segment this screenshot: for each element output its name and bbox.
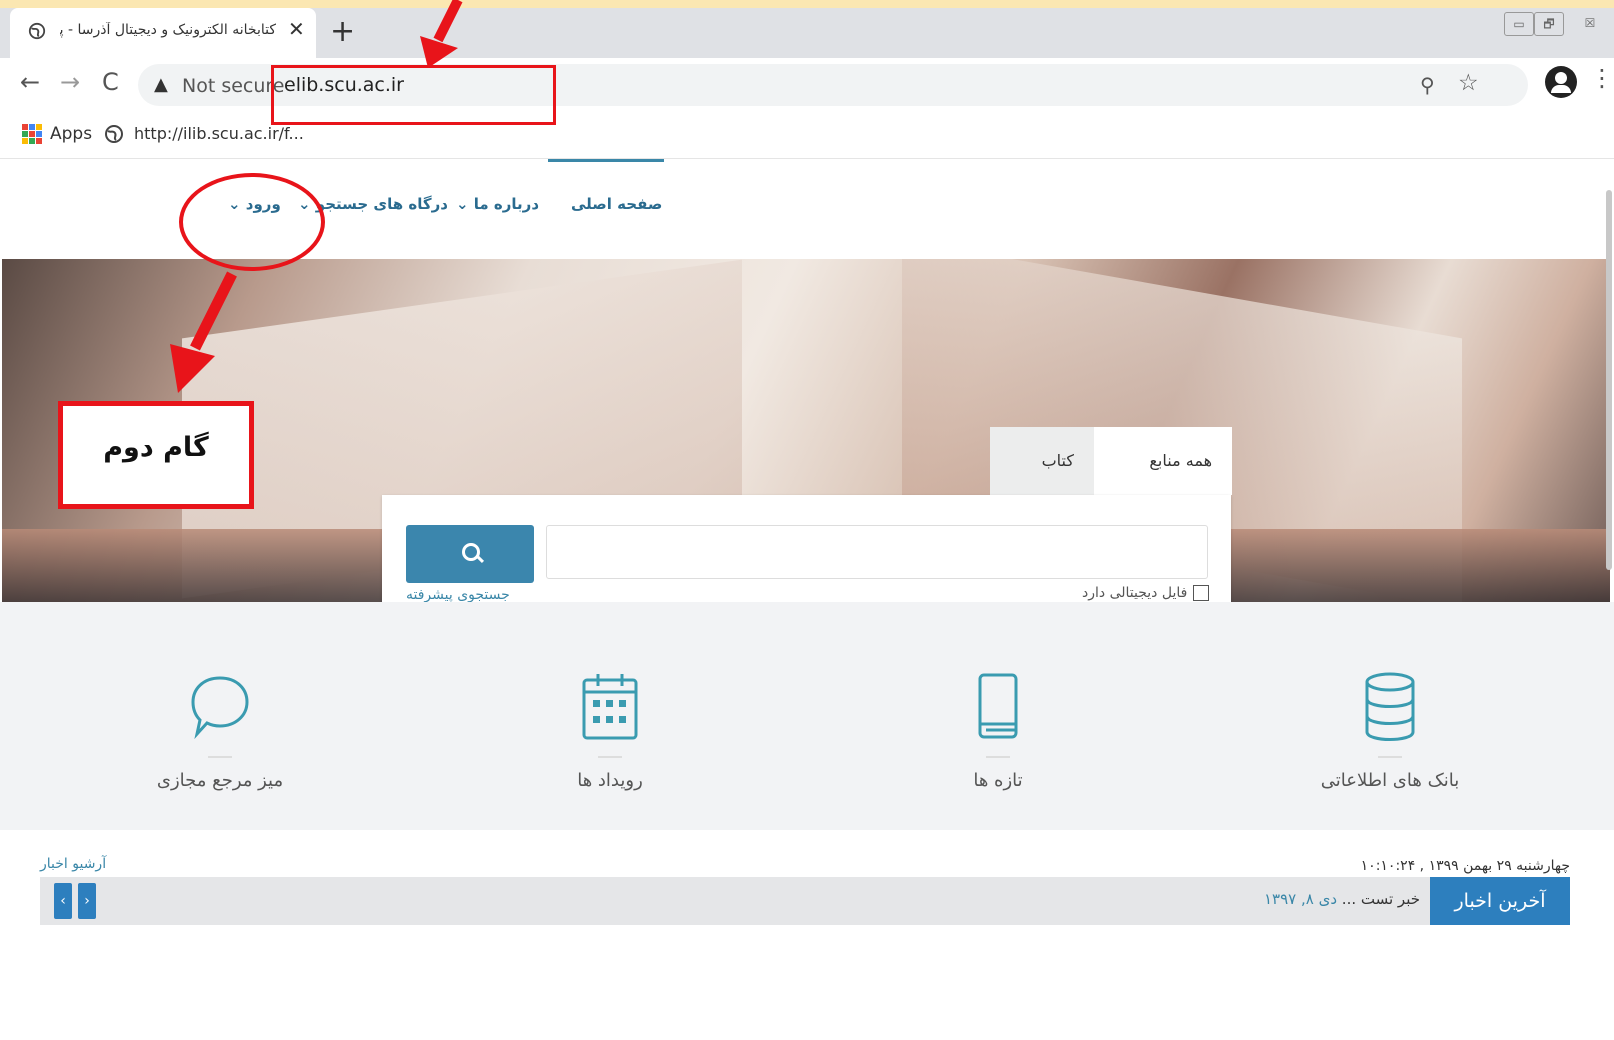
screenshot-frame: کتابخانه الکترونیک و دیجیتال آذرسا - پک … [0, 0, 1614, 1040]
arrow-head-icon [420, 36, 458, 68]
step-label-box: گام دوم [58, 401, 254, 509]
step-label-text: گام دوم [103, 432, 209, 463]
arrow-head-icon [170, 344, 215, 393]
annotation-arrows [170, 0, 463, 393]
